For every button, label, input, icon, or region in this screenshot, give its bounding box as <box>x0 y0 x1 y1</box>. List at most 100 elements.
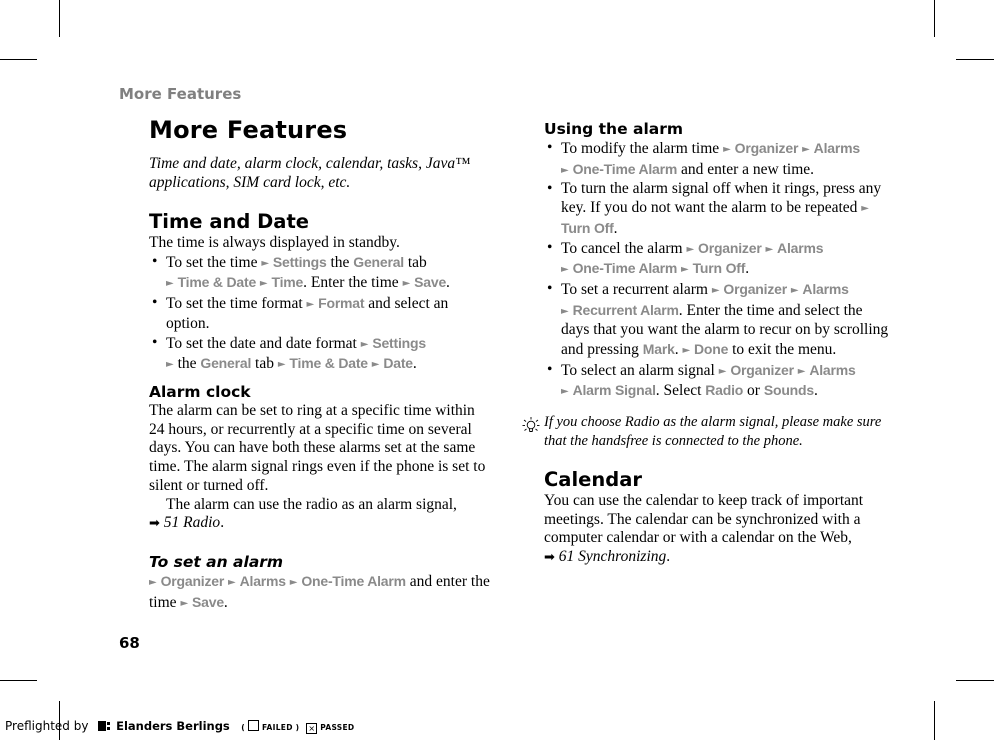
menu-arrow-icon: ► <box>289 576 298 588</box>
menu-arrow-icon: ► <box>686 243 695 255</box>
menu-arrow-icon: ► <box>797 365 806 377</box>
chapter-title: More Features <box>149 116 348 144</box>
menu-arrow-icon: ► <box>723 144 731 155</box>
page-reference: 61 Synchronizing <box>558 548 667 566</box>
section-using-the-alarm: Using the alarm To modify the alarm time… <box>544 119 889 402</box>
menu-item-ref: Format <box>318 295 365 312</box>
brand-logo-icon <box>98 721 107 731</box>
bullet-list: To modify the alarm time ► Organizer ► A… <box>544 139 889 402</box>
running-head: More Features <box>119 85 242 103</box>
failed-label: FAILED <box>261 723 293 732</box>
tip-text: If you choose Radio as the alarm signal,… <box>544 414 882 449</box>
bullet-list: To set the time ► Settings the General t… <box>149 253 494 375</box>
menu-arrow-icon: ► <box>861 203 869 215</box>
menu-item-ref: Mark <box>642 341 675 358</box>
failed-checkbox <box>247 720 259 731</box>
section-alarm-clock: Alarm clock The alarm can be set to ring… <box>149 382 494 613</box>
menu-arrow-icon: ► <box>790 284 799 296</box>
menu-item-ref: Radio <box>705 382 744 399</box>
crop-mark <box>59 0 60 37</box>
menu-item-ref: Alarms <box>809 361 856 378</box>
lightbulb-icon <box>522 417 540 432</box>
preflight-stamp: Preflighted by Elanders Berlings (FAILED… <box>5 719 355 734</box>
menu-item-ref: Settings <box>372 334 426 351</box>
menu-arrow-icon: ► <box>261 257 270 269</box>
preflight-prefix: Preflighted by <box>5 719 89 733</box>
section-body: You can use the calendar to keep track o… <box>544 492 864 566</box>
list-item: To select an alarm signal ► Organizer ► … <box>544 361 889 402</box>
menu-arrow-icon: ► <box>180 597 189 609</box>
menu-arrow-icon: ► <box>306 299 315 311</box>
menu-item-ref: Organizer <box>698 239 762 256</box>
chapter-intro: Time and date, alarm clock, calendar, ta… <box>149 155 471 191</box>
menu-arrow-icon: ► <box>371 359 380 371</box>
page-reference: 51 Radio <box>163 514 221 532</box>
menu-arrow-icon: ► <box>802 144 810 155</box>
menu-item-ref: Alarms <box>777 239 824 256</box>
radio-note: The alarm can use the radio as an alarm … <box>149 495 457 532</box>
reference-arrow-icon: ➡ <box>544 550 555 566</box>
crop-mark <box>956 680 994 681</box>
menu-arrow-icon: ► <box>561 305 569 317</box>
menu-item-ref: Settings <box>272 253 327 270</box>
crop-mark <box>0 680 37 681</box>
menu-item-ref: Done <box>694 341 729 358</box>
menu-arrow-icon: ► <box>561 264 569 276</box>
set-alarm-steps: ► Organizer ► Alarms ► One-Time Alarm an… <box>149 572 490 611</box>
subsection-heading: To set an alarm <box>149 552 284 571</box>
reference-arrow-icon: ➡ <box>149 516 160 532</box>
list-item: To cancel the alarm ► Organizer ► Alarms… <box>544 239 889 280</box>
section-heading: Alarm clock <box>149 383 251 401</box>
menu-item-ref: Date <box>383 355 413 372</box>
menu-arrow-icon: ► <box>561 164 569 176</box>
menu-item-ref: Alarms <box>813 140 860 156</box>
brand-logo-icon <box>107 721 111 731</box>
menu-arrow-icon: ► <box>166 359 174 371</box>
menu-item-ref: Sounds <box>763 382 814 399</box>
menu-arrow-icon: ► <box>259 278 268 290</box>
section-heading: Calendar <box>544 468 642 491</box>
crop-mark <box>934 0 935 37</box>
list-item: To turn the alarm signal off when it rin… <box>544 180 889 238</box>
menu-item-ref: Turn Off <box>692 260 746 277</box>
menu-arrow-icon: ► <box>682 345 691 357</box>
menu-item-ref: Organizer <box>723 280 787 297</box>
section-heading: Using the alarm <box>544 120 684 138</box>
crop-mark <box>0 59 37 60</box>
menu-arrow-icon: ► <box>711 284 720 296</box>
crop-mark <box>934 701 935 740</box>
list-item: To modify the alarm time ► Organizer ► A… <box>544 139 889 180</box>
menu-arrow-icon: ► <box>765 243 774 255</box>
menu-item-ref: Time <box>271 274 304 291</box>
section-body: The alarm can be set to ring at a specif… <box>149 402 486 494</box>
menu-arrow-icon: ► <box>166 278 174 290</box>
menu-item-ref: Time & Date <box>177 274 257 291</box>
menu-item-ref: Alarms <box>239 572 286 589</box>
menu-arrow-icon: ► <box>228 576 236 588</box>
menu-item-ref: Alarms <box>802 280 849 297</box>
menu-arrow-icon: ► <box>360 338 369 350</box>
menu-arrow-icon: ► <box>561 386 569 398</box>
menu-item-ref: One-Time Alarm <box>572 260 678 277</box>
menu-arrow-icon: ► <box>402 278 411 290</box>
menu-arrow-icon: ► <box>149 576 157 588</box>
menu-item-ref: Organizer <box>160 572 225 589</box>
menu-item-ref: Alarm Signal <box>572 382 656 399</box>
preflight-brand: Elanders Berlings <box>116 719 230 733</box>
passed-label: PASSED <box>320 723 355 732</box>
menu-arrow-icon: ► <box>681 264 689 276</box>
menu-item-ref: One-Time Alarm <box>572 160 678 177</box>
menu-item-ref: Organizer <box>730 361 794 378</box>
menu-arrow-icon: ► <box>277 359 286 371</box>
list-item: To set the time format ► Format and sele… <box>149 294 494 333</box>
menu-item-ref: Save <box>192 593 224 610</box>
menu-item-ref: Save <box>414 274 447 291</box>
menu-item-ref: Recurrent Alarm <box>572 301 679 318</box>
page-number: 68 <box>119 634 140 652</box>
section-lead: The time is always displayed in standby. <box>149 234 400 251</box>
list-item: To set a recurrent alarm ► Organizer ► A… <box>544 280 889 361</box>
menu-item-ref: One-Time Alarm <box>301 572 406 589</box>
section-calendar: Calendar You can use the calendar to kee… <box>544 468 889 568</box>
list-item: To set the date and date format ► Settin… <box>149 334 494 375</box>
crop-mark <box>956 59 994 60</box>
